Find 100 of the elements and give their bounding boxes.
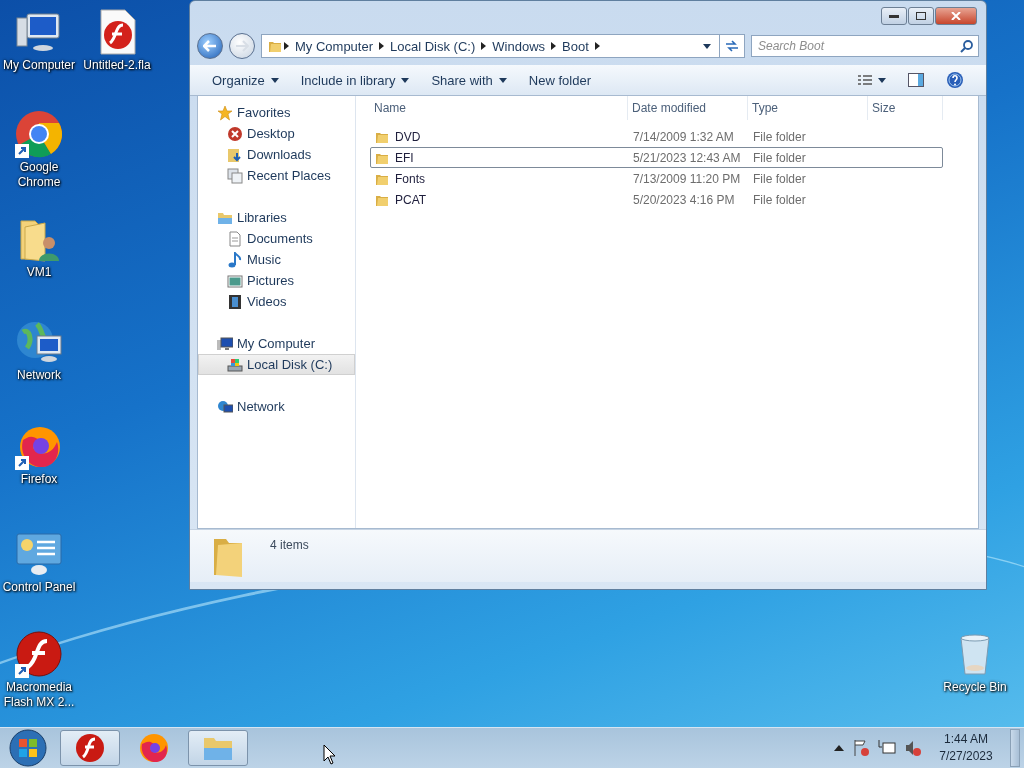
nav-item[interactable]: Videos (198, 291, 355, 312)
column-header[interactable]: Type (748, 96, 868, 120)
icon-label: Google Chrome (16, 160, 62, 190)
chrome-icon[interactable] (15, 110, 63, 158)
icon-label: Control Panel (2, 580, 76, 595)
address-bar[interactable]: My Computer Local Disk (C:) Windows Boot (261, 34, 745, 58)
speaker-icon[interactable] (904, 739, 922, 757)
column-header[interactable]: Date modified (628, 96, 748, 120)
nav-item[interactable]: Libraries (198, 207, 355, 228)
toolbar-button[interactable]: Organize (204, 68, 287, 92)
film-icon (227, 293, 243, 310)
breadcrumb[interactable]: Windows (486, 38, 552, 54)
folder-icon (268, 39, 282, 53)
forward-button[interactable] (229, 33, 255, 59)
music-note-icon (227, 251, 243, 268)
type-cell-text: File folder (752, 129, 807, 144)
file-name: EFI (371, 150, 629, 165)
icon-label: Firefox (20, 472, 58, 487)
app-icon (74, 732, 106, 764)
nav-item[interactable]: Downloads (198, 144, 355, 165)
item-count: 4 items (270, 538, 309, 552)
file-row[interactable]: EFI 5/21/2023 12:43 AM File folder (370, 147, 943, 168)
nav-item[interactable]: Documents (198, 228, 355, 249)
flag-icon[interactable] (852, 739, 870, 757)
restore-icon (916, 12, 926, 20)
chevron-icon[interactable] (284, 42, 289, 50)
close-button[interactable] (935, 7, 977, 25)
star-icon (217, 104, 233, 121)
chevron-icon[interactable] (379, 42, 385, 50)
start-button[interactable] (6, 728, 50, 768)
file-name: PCAT (371, 192, 629, 207)
minimize-button[interactable] (881, 7, 907, 25)
icon-label: Macromedia Flash MX 2... (2, 680, 76, 710)
caret-icon (878, 77, 886, 83)
file-name: Fonts (371, 171, 629, 186)
toolbar-button[interactable]: New folder (520, 68, 599, 92)
file-row[interactable]: DVD 7/14/2009 1:32 AM File folder (370, 126, 943, 147)
minimize-icon (889, 14, 899, 18)
refresh-icon[interactable] (725, 40, 739, 52)
drive-icon (227, 356, 243, 373)
network-icon (217, 398, 233, 415)
clock[interactable]: 1:44 AM 7/27/2023 (930, 731, 1002, 765)
clock-date: 7/27/2023 (939, 748, 993, 765)
nav-item[interactable]: Favorites (198, 102, 355, 123)
toolbar-button[interactable]: Include in library (292, 68, 418, 92)
column-header[interactable]: Name (370, 96, 628, 120)
date-cell-text: 5/20/2023 4:16 PM (632, 192, 736, 207)
toolbar-button[interactable]: Share with (423, 68, 515, 92)
search-icon (960, 40, 973, 53)
network-icon[interactable] (878, 739, 896, 757)
chevron-icon[interactable] (594, 42, 600, 50)
error-icon (227, 125, 243, 142)
chevron-icon[interactable] (481, 42, 487, 50)
back-button[interactable] (197, 33, 223, 59)
caret-icon (498, 77, 507, 83)
app-icon (138, 732, 170, 764)
breadcrumb[interactable]: Local Disk (C:) (384, 38, 482, 54)
document-icon (227, 230, 243, 247)
recent-places-icon (227, 167, 243, 184)
search-field[interactable]: Search Boot (751, 35, 979, 57)
icon-label: Network (17, 368, 61, 383)
nav-item[interactable]: My Computer (198, 333, 355, 354)
caret-icon (270, 77, 279, 83)
file-row[interactable]: Fonts 7/13/2009 11:20 PM File folder (370, 168, 943, 189)
file-name: DVD (371, 129, 629, 144)
windows-logo-icon (9, 729, 47, 767)
computer-icon (217, 335, 233, 352)
file-row[interactable]: PCAT 5/20/2023 4:16 PM File folder (370, 189, 943, 210)
breadcrumb[interactable]: Boot (556, 38, 595, 54)
mouse-pointer-icon (323, 744, 337, 766)
type-cell-text: File folder (752, 192, 807, 207)
picture-icon (227, 272, 243, 289)
nav-item[interactable]: Local Disk (C:) (198, 354, 355, 375)
nav-item[interactable]: Music (198, 249, 355, 270)
taskbar-button[interactable] (60, 730, 120, 766)
icon-label: VM1 (26, 265, 52, 280)
show-hidden-icons[interactable] (834, 745, 844, 751)
control-panel-icon[interactable] (15, 530, 63, 578)
maximize-button[interactable] (908, 7, 934, 25)
list-view-icon (858, 74, 872, 86)
date-cell-text: 5/21/2023 12:43 AM (632, 150, 742, 165)
type-cell-text: File folder (752, 150, 807, 165)
nav-item[interactable]: Network (198, 396, 355, 417)
date-cell-text: 7/13/2009 11:20 PM (632, 171, 742, 186)
nav-item[interactable]: Recent Places (198, 165, 355, 186)
nav-item[interactable]: Pictures (198, 270, 355, 291)
help-icon (946, 71, 964, 89)
breadcrumb[interactable]: My Computer (289, 38, 380, 54)
back-arrow-icon (203, 40, 217, 52)
close-icon (951, 12, 961, 20)
column-header[interactable]: Size (868, 96, 943, 120)
caret-icon (703, 43, 711, 49)
nav-item[interactable]: Desktop (198, 123, 355, 144)
chevron-icon[interactable] (551, 42, 557, 50)
icon-label: Untitled-2.fla (83, 58, 151, 73)
taskbar-button[interactable] (188, 730, 248, 766)
flash-icon[interactable] (15, 630, 63, 678)
caret-icon (401, 77, 410, 83)
clock-time: 1:44 AM (944, 731, 988, 748)
date-cell-text: 7/14/2009 1:32 AM (632, 129, 735, 144)
